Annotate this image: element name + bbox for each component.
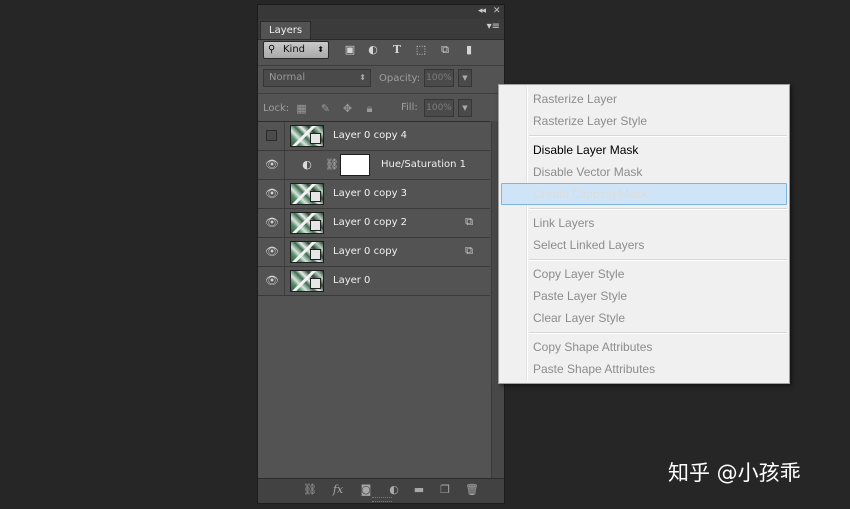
watermark-text: 知乎 @小孩乖: [668, 461, 801, 485]
visibility-toggle[interactable]: 👁︎: [258, 267, 285, 295]
menu-separator: [529, 135, 787, 137]
lock-image-pixels-icon[interactable]: ✎: [319, 102, 332, 115]
opacity-input[interactable]: 100%: [424, 69, 454, 87]
menu-item-clear-layer-style[interactable]: Clear Layer Style: [501, 307, 787, 329]
layer-thumbnail[interactable]: [290, 183, 324, 205]
layer-thumbnail[interactable]: [290, 270, 324, 292]
smart-object-filter-icon[interactable]: ⧉: [438, 43, 452, 57]
layer-name[interactable]: Layer 0 copy 3: [333, 188, 407, 199]
chain-link-icon[interactable]: ⛓︎: [325, 158, 339, 172]
lock-all-icon[interactable]: 🔒︎: [363, 102, 376, 115]
adjustment-layer-icon: ◐: [302, 158, 312, 171]
up-down-arrows-icon: ⬍: [359, 73, 366, 82]
filter-kind-dropdown[interactable]: ⚲ Kind ⬍: [263, 41, 329, 59]
filter-kind-label: Kind: [283, 44, 306, 55]
resize-grip[interactable]: [372, 497, 392, 502]
lock-position-icon[interactable]: ✥: [341, 102, 354, 115]
close-panel-icon[interactable]: ✕: [493, 6, 500, 16]
menu-item-copy-shape-attributes[interactable]: Copy Shape Attributes: [501, 336, 787, 358]
layer-row[interactable]: 👁︎ Layer 0 copy 3: [258, 180, 490, 209]
new-layer-icon[interactable]: ❐: [437, 483, 453, 497]
opacity-dropdown-arrow-icon[interactable]: ▼: [458, 69, 472, 87]
type-filter-icon[interactable]: T: [390, 43, 404, 57]
panel-tab-row: Layers ▾≡: [258, 19, 504, 40]
layer-row[interactable]: Layer 0 copy 4: [258, 122, 490, 151]
menu-separator: [529, 332, 787, 334]
layer-name[interactable]: Layer 0 copy 2: [333, 217, 407, 228]
menu-item-copy-layer-style[interactable]: Copy Layer Style: [501, 263, 787, 285]
image-filter-icon[interactable]: ▣: [343, 43, 357, 57]
layer-mask-thumbnail[interactable]: [340, 154, 370, 176]
smart-object-badge-icon: ⧉: [465, 215, 473, 228]
menu-item-rasterize-layer[interactable]: Rasterize Layer: [501, 88, 787, 110]
visibility-toggle[interactable]: 👁︎: [258, 151, 285, 179]
panel-menu-icon[interactable]: ▾≡: [487, 21, 500, 32]
menu-item-rasterize-layer-style[interactable]: Rasterize Layer Style: [501, 110, 787, 132]
adjustment-filter-icon[interactable]: ◐: [366, 43, 380, 57]
smart-object-badge-icon: ⧉: [465, 244, 473, 257]
visibility-toggle[interactable]: 👁︎: [258, 180, 285, 208]
layer-row[interactable]: 👁︎ Layer 0: [258, 267, 490, 296]
blend-opacity-row: Normal ⬍ Opacity: 100% ▼: [258, 65, 504, 94]
opacity-label: Opacity:: [379, 73, 421, 84]
lock-fill-row: Lock: ▦ ✎ ✥ 🔒︎ Fill: 100% ▼: [258, 93, 504, 122]
fill-dropdown-arrow-icon[interactable]: ▼: [458, 99, 472, 117]
menu-separator: [529, 208, 787, 210]
fx-icon[interactable]: fx: [330, 483, 346, 497]
layer-row[interactable]: 👁︎ Layer 0 copy 2 ⧉: [258, 209, 490, 238]
visibility-toggle[interactable]: 👁︎: [258, 238, 285, 266]
panel-footer: ⛓︎ fx ◙ ◐ ▬ ❐ 🗑︎: [258, 478, 504, 503]
visibility-toggle[interactable]: [258, 122, 285, 150]
layer-name[interactable]: Layer 0 copy 4: [333, 130, 407, 141]
menu-item-paste-layer-style[interactable]: Paste Layer Style: [501, 285, 787, 307]
link-layers-icon[interactable]: ⛓︎: [302, 483, 318, 497]
shape-filter-icon[interactable]: ⬚: [414, 43, 428, 57]
layer-filter-row: ⚲ Kind ⬍ ▣ ◐ T ⬚ ⧉ ▮: [258, 39, 504, 65]
eye-icon[interactable]: 👁︎: [265, 275, 279, 287]
layer-thumbnail[interactable]: [290, 125, 324, 147]
lock-transparent-pixels-icon[interactable]: ▦: [295, 102, 308, 115]
layer-name[interactable]: Hue/Saturation 1: [381, 159, 466, 170]
search-icon: ⚲: [268, 44, 276, 55]
menu-item-disable-layer-mask[interactable]: Disable Layer Mask: [501, 139, 787, 161]
layer-context-menu: Rasterize Layer Rasterize Layer Style Di…: [498, 84, 790, 384]
filter-toggle-icon[interactable]: ▮: [462, 43, 476, 57]
eye-icon[interactable]: 👁︎: [265, 188, 279, 200]
hidden-visibility-box[interactable]: [266, 130, 277, 141]
menu-item-paste-shape-attributes[interactable]: Paste Shape Attributes: [501, 358, 787, 380]
layer-name[interactable]: Layer 0: [333, 275, 370, 286]
eye-icon[interactable]: 👁︎: [265, 159, 279, 171]
adjustment-layer-icon[interactable]: ◐: [386, 483, 402, 497]
eye-icon[interactable]: 👁︎: [265, 246, 279, 258]
eye-icon[interactable]: 👁︎: [265, 217, 279, 229]
layer-thumbnail[interactable]: [290, 241, 324, 263]
menu-item-link-layers[interactable]: Link Layers: [501, 212, 787, 234]
lock-label: Lock:: [263, 103, 290, 114]
menu-item-select-linked-layers[interactable]: Select Linked Layers: [501, 234, 787, 256]
blend-mode-dropdown[interactable]: Normal ⬍: [263, 69, 371, 87]
panel-title-bar[interactable]: ◂◂ ✕: [258, 5, 504, 19]
menu-separator: [529, 259, 787, 261]
fill-input[interactable]: 100%: [424, 99, 454, 117]
add-mask-icon[interactable]: ◙: [358, 483, 374, 497]
menu-item-create-clipping-mask[interactable]: Create Clipping Mask: [501, 183, 787, 205]
visibility-toggle[interactable]: 👁︎: [258, 209, 285, 237]
layer-list: Layer 0 copy 4 👁︎ ◐ ⛓︎ Hue/Saturation 1 …: [258, 121, 490, 482]
up-down-arrows-icon: ⬍: [317, 45, 324, 54]
layer-row[interactable]: 👁︎ Layer 0 copy ⧉: [258, 238, 490, 267]
layer-thumbnail[interactable]: [290, 212, 324, 234]
layer-name[interactable]: Layer 0 copy: [333, 246, 397, 257]
trash-icon[interactable]: 🗑︎: [464, 483, 480, 497]
menu-item-disable-vector-mask[interactable]: Disable Vector Mask: [501, 161, 787, 183]
fill-label: Fill:: [401, 102, 418, 113]
layer-row[interactable]: 👁︎ ◐ ⛓︎ Hue/Saturation 1: [258, 151, 490, 180]
tab-layers[interactable]: Layers: [260, 21, 312, 39]
collapse-panel-icon[interactable]: ◂◂: [478, 6, 486, 16]
blend-mode-value: Normal: [269, 72, 306, 83]
layers-panel: ◂◂ ✕ Layers ▾≡ ⚲ Kind ⬍ ▣ ◐ T ⬚ ⧉ ▮ Norm…: [257, 4, 505, 504]
new-group-icon[interactable]: ▬: [411, 483, 427, 497]
